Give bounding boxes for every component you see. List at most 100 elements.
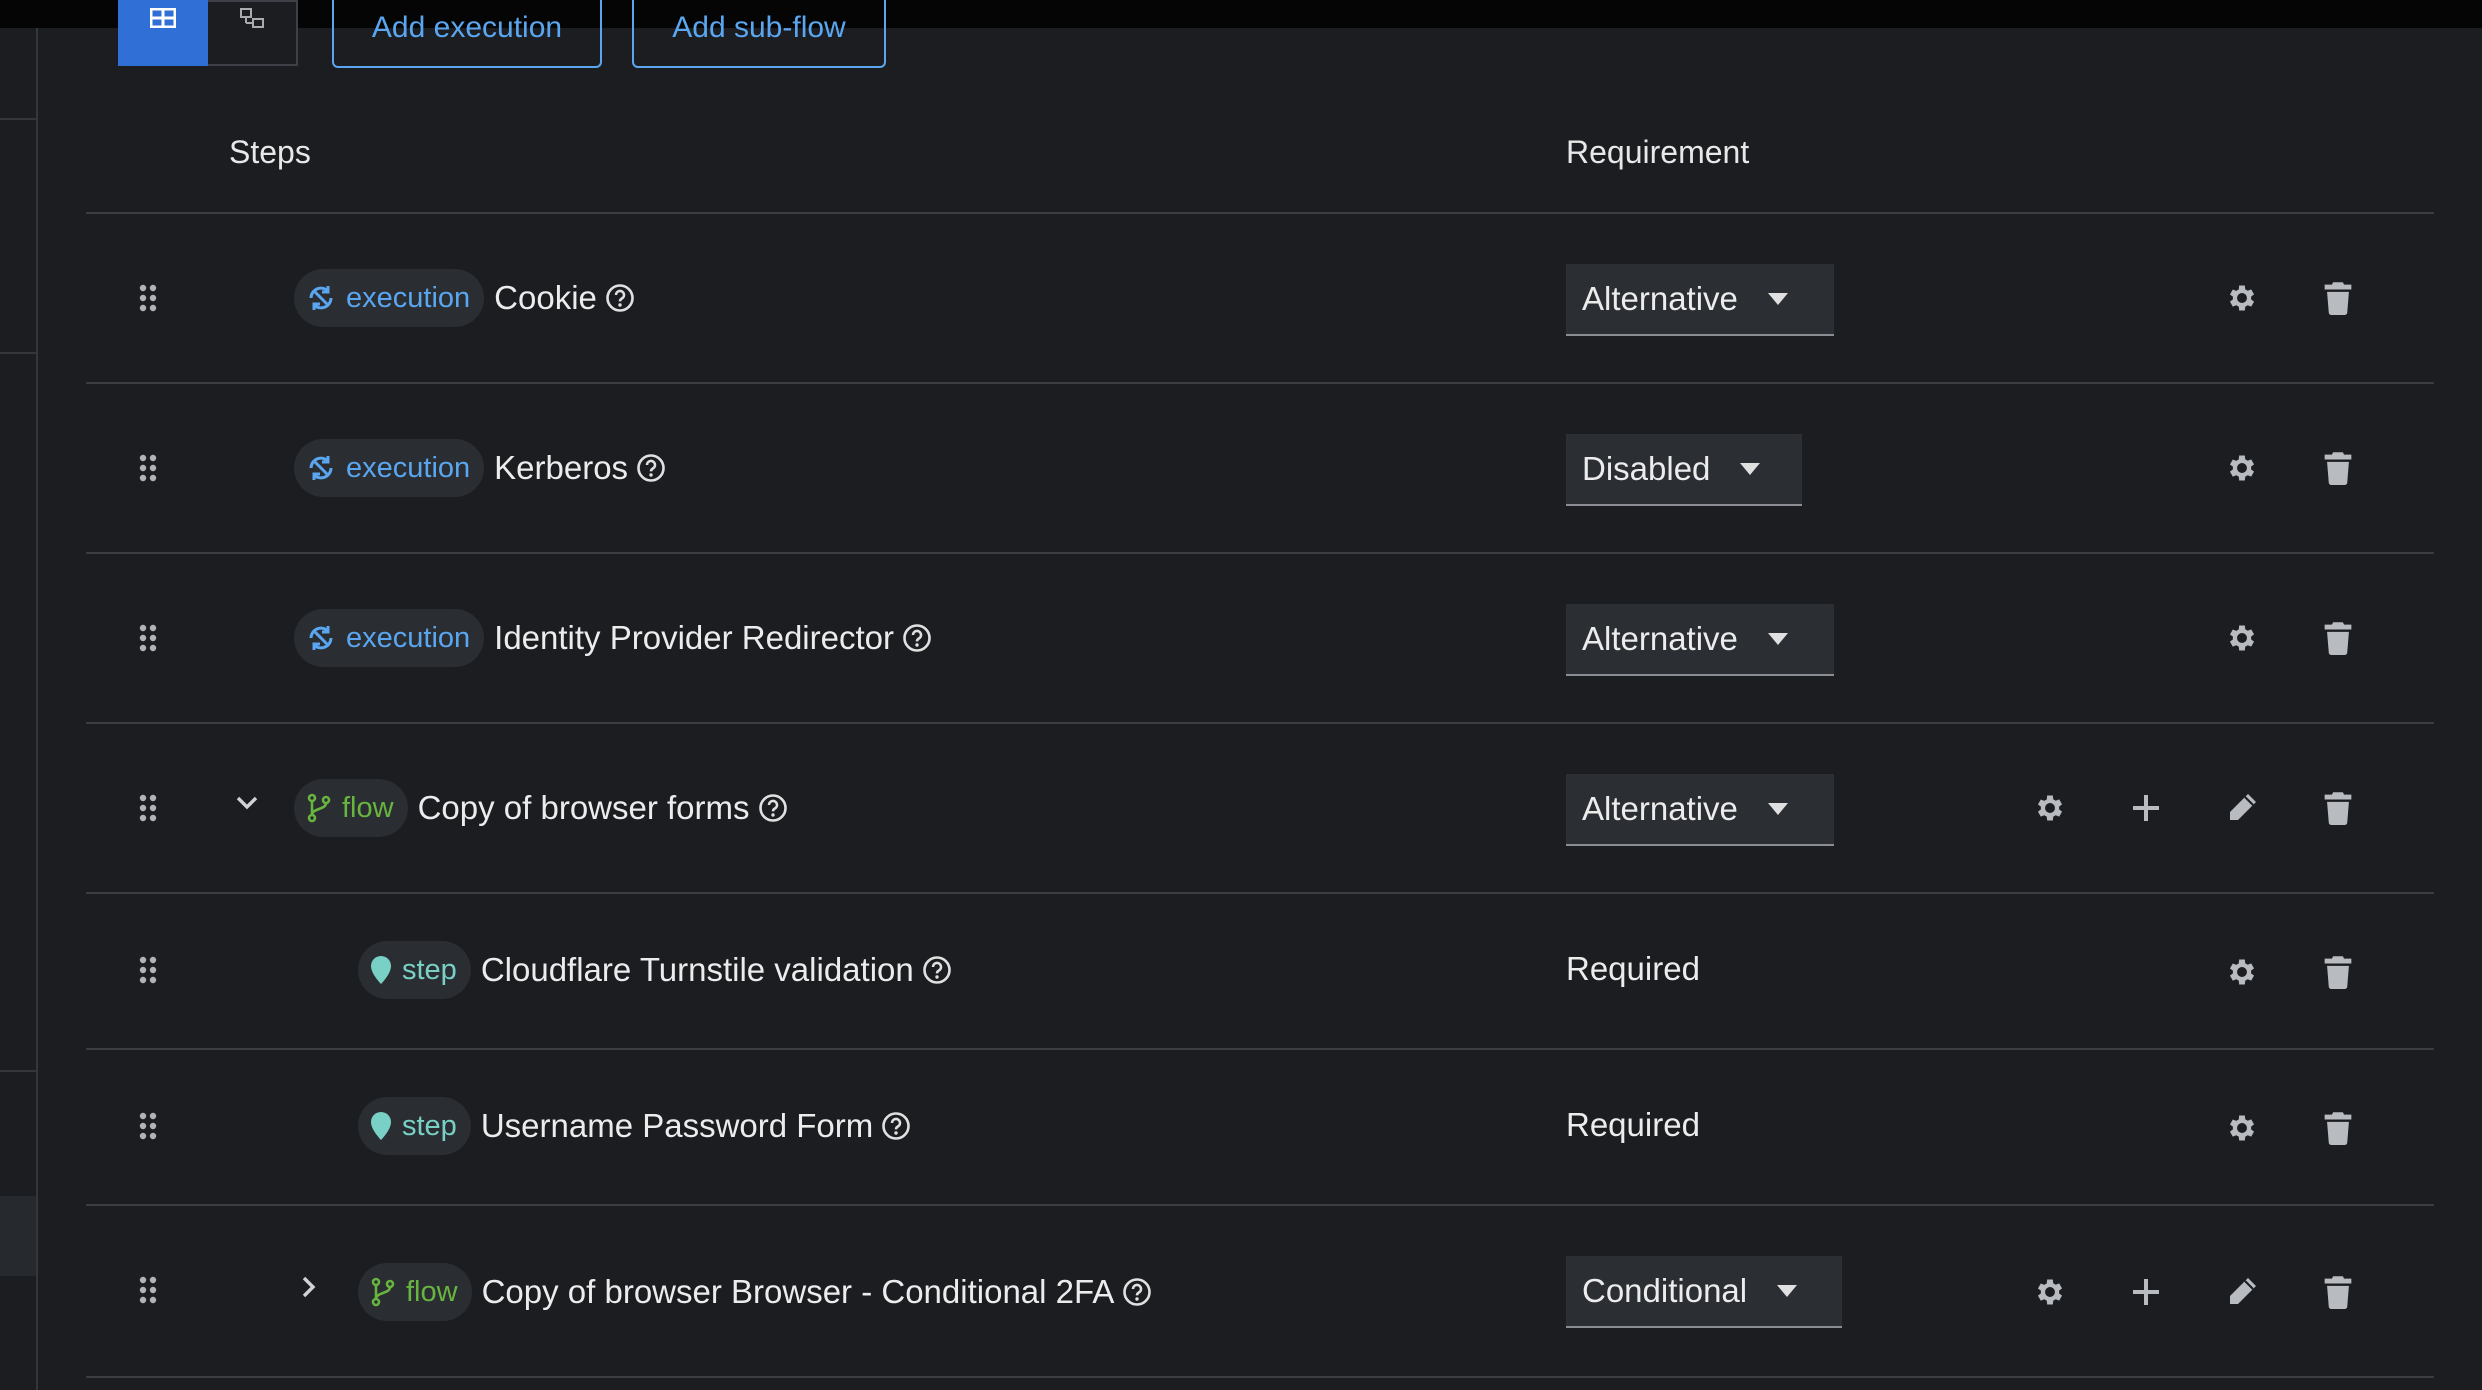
help-icon[interactable] <box>758 793 788 823</box>
step-name: Identity Provider Redirector <box>494 619 894 656</box>
settings-button[interactable] <box>2030 788 2070 828</box>
requirement-select[interactable]: Conditional <box>1566 1256 1842 1328</box>
step-name: Kerberos <box>494 449 629 486</box>
edit-button[interactable] <box>2222 788 2262 828</box>
step-badge: step <box>358 941 471 999</box>
flow-badge: flow <box>358 1263 472 1321</box>
badge-label: flow <box>342 791 394 824</box>
delete-button[interactable] <box>2318 278 2358 318</box>
caret-down-icon <box>1767 803 1788 815</box>
requirement-value: Alternative <box>1582 620 1738 657</box>
help-icon[interactable] <box>922 955 952 985</box>
delete-button[interactable] <box>2318 1108 2358 1148</box>
help-icon[interactable] <box>1122 1277 1152 1307</box>
caret-down-icon <box>1767 293 1788 305</box>
badge-label: execution <box>346 281 471 314</box>
trash-icon <box>2324 1112 2352 1145</box>
settings-button[interactable] <box>2222 1108 2262 1148</box>
execution-icon <box>309 286 333 310</box>
settings-button[interactable] <box>2222 618 2262 658</box>
delete-button[interactable] <box>2318 618 2358 658</box>
add-step-button[interactable] <box>2126 788 2166 828</box>
settings-button[interactable] <box>2222 448 2262 488</box>
execution-badge: execution <box>294 439 485 497</box>
chevron-right-icon[interactable] <box>294 1272 324 1302</box>
requirement-select[interactable]: Alternative <box>1566 774 1834 846</box>
gear-icon <box>2229 1115 2255 1141</box>
requirement-select[interactable]: Disabled <box>1566 434 1802 506</box>
caret-down-icon <box>1767 633 1788 645</box>
trash-icon <box>2324 1276 2352 1309</box>
execution-badge: execution <box>294 269 485 327</box>
delete-button[interactable] <box>2318 952 2358 992</box>
help-icon[interactable] <box>902 623 932 653</box>
table-row: execution Kerberos Disabled <box>86 384 2434 554</box>
settings-button[interactable] <box>2222 278 2262 318</box>
drag-handle-icon[interactable] <box>138 1112 158 1140</box>
table-header: Steps Requirement <box>86 122 2434 214</box>
diagram-view-button[interactable] <box>208 0 298 66</box>
settings-button[interactable] <box>2030 1272 2070 1312</box>
gear-icon <box>2229 285 2255 311</box>
requirement-value: Disabled <box>1582 450 1711 487</box>
branch-icon <box>307 793 331 823</box>
badge-label: execution <box>346 451 471 484</box>
help-icon[interactable] <box>881 1111 911 1141</box>
delete-button[interactable] <box>2318 1272 2358 1312</box>
requirement-value: Alternative <box>1582 280 1738 317</box>
gear-icon <box>2229 625 2255 651</box>
requirement-value: Required <box>1566 950 1700 987</box>
table-row: flow Copy of browser Browser - Condition… <box>86 1206 2434 1378</box>
add-subflow-button[interactable]: Add sub-flow <box>632 0 886 68</box>
execution-icon <box>309 626 333 650</box>
help-icon[interactable] <box>605 283 635 313</box>
drag-handle-icon[interactable] <box>138 284 158 312</box>
trash-icon <box>2324 956 2352 989</box>
add-execution-button[interactable]: Add execution <box>332 0 602 68</box>
trash-icon <box>2324 792 2352 825</box>
step-name: Copy of browser Browser - Conditional 2F… <box>481 1273 1115 1310</box>
step-label: execution Cookie <box>294 268 635 328</box>
step-label: execution Identity Provider Redirector <box>294 608 932 668</box>
delete-button[interactable] <box>2318 448 2358 488</box>
drag-handle-icon[interactable] <box>138 794 158 822</box>
table-view-button[interactable] <box>118 0 208 66</box>
requirement-value: Required <box>1566 1106 1700 1143</box>
plus-icon <box>2133 1279 2159 1305</box>
drag-handle-icon[interactable] <box>138 454 158 482</box>
trash-icon <box>2324 452 2352 485</box>
drag-handle-icon[interactable] <box>138 1276 158 1304</box>
column-header-requirement: Requirement <box>1566 134 1750 170</box>
sidebar-divider <box>0 352 36 354</box>
requirement-select[interactable]: Alternative <box>1566 264 1834 336</box>
drag-handle-icon[interactable] <box>138 956 158 984</box>
gear-icon <box>2229 455 2255 481</box>
trash-icon <box>2324 282 2352 315</box>
sidebar-active-item[interactable] <box>0 1196 36 1276</box>
badge-label: execution <box>346 621 471 654</box>
step-name: Cloudflare Turnstile validation <box>480 951 914 988</box>
add-subflow-label: Add sub-flow <box>672 11 846 44</box>
requirement-value: Conditional <box>1582 1272 1748 1309</box>
drag-handle-icon[interactable] <box>138 624 158 652</box>
step-label: execution Kerberos <box>294 438 666 498</box>
help-icon[interactable] <box>636 453 666 483</box>
step-name: Copy of browser forms <box>417 789 750 826</box>
chevron-down-icon[interactable] <box>232 788 262 818</box>
gear-icon <box>2229 959 2255 985</box>
step-name: Username Password Form <box>480 1107 874 1144</box>
badge-label: step <box>402 1109 457 1142</box>
add-step-button[interactable] <box>2126 1272 2166 1312</box>
flow-steps-table: Steps Requirement execution Cookie Alter… <box>86 122 2434 1378</box>
table-row: step Username Password Form Required <box>86 1050 2434 1206</box>
caret-down-icon <box>1740 463 1761 475</box>
step-label: flow Copy of browser Browser - Condition… <box>358 1262 1152 1322</box>
sidebar-divider <box>0 118 36 120</box>
map-marker-icon <box>371 1112 391 1140</box>
edit-button[interactable] <box>2222 1272 2262 1312</box>
requirement-select[interactable]: Alternative <box>1566 604 1834 676</box>
step-label: flow Copy of browser forms <box>294 778 788 838</box>
settings-button[interactable] <box>2222 952 2262 992</box>
table-row: step Cloudflare Turnstile validation Req… <box>86 894 2434 1050</box>
delete-button[interactable] <box>2318 788 2358 828</box>
